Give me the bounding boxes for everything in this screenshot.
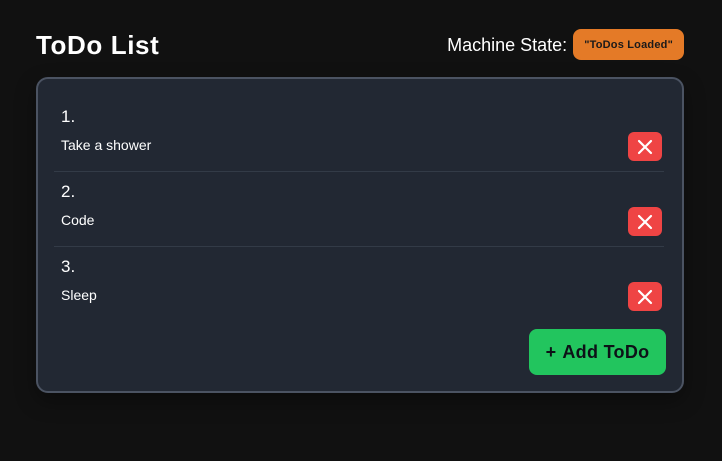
todo-item: 1. Take a shower bbox=[54, 97, 664, 172]
todo-text: Take a shower bbox=[61, 137, 152, 153]
machine-state-badge: "ToDos Loaded" bbox=[573, 29, 684, 60]
todo-page: ToDo List Machine State: "ToDos Loaded" … bbox=[0, 0, 722, 461]
add-todo-button[interactable]: + Add ToDo bbox=[529, 329, 666, 375]
todo-card: 1. Take a shower 2. Code 3. Sleep + Add … bbox=[36, 77, 684, 393]
todo-number: 3. bbox=[61, 257, 76, 276]
close-icon bbox=[637, 139, 653, 154]
todo-number: 2. bbox=[61, 182, 76, 201]
todo-text: Code bbox=[61, 212, 95, 228]
delete-todo-button[interactable] bbox=[628, 282, 662, 311]
header: ToDo List Machine State: "ToDos Loaded" bbox=[36, 28, 684, 62]
delete-todo-button[interactable] bbox=[628, 132, 662, 161]
add-todo-label: Add ToDo bbox=[562, 341, 650, 362]
machine-state-label: Machine State: bbox=[447, 34, 568, 55]
machine-state: Machine State: "ToDos Loaded" bbox=[447, 29, 684, 60]
close-icon bbox=[637, 289, 653, 304]
todo-list: 1. Take a shower 2. Code 3. Sleep bbox=[54, 97, 664, 321]
todo-number: 1. bbox=[61, 107, 76, 126]
page-title: ToDo List bbox=[36, 30, 160, 60]
todo-item: 2. Code bbox=[54, 172, 664, 247]
plus-icon: + bbox=[545, 341, 557, 362]
todo-text: Sleep bbox=[61, 287, 97, 303]
delete-todo-button[interactable] bbox=[628, 207, 662, 236]
close-icon bbox=[637, 214, 653, 229]
todo-item: 3. Sleep bbox=[54, 247, 664, 321]
